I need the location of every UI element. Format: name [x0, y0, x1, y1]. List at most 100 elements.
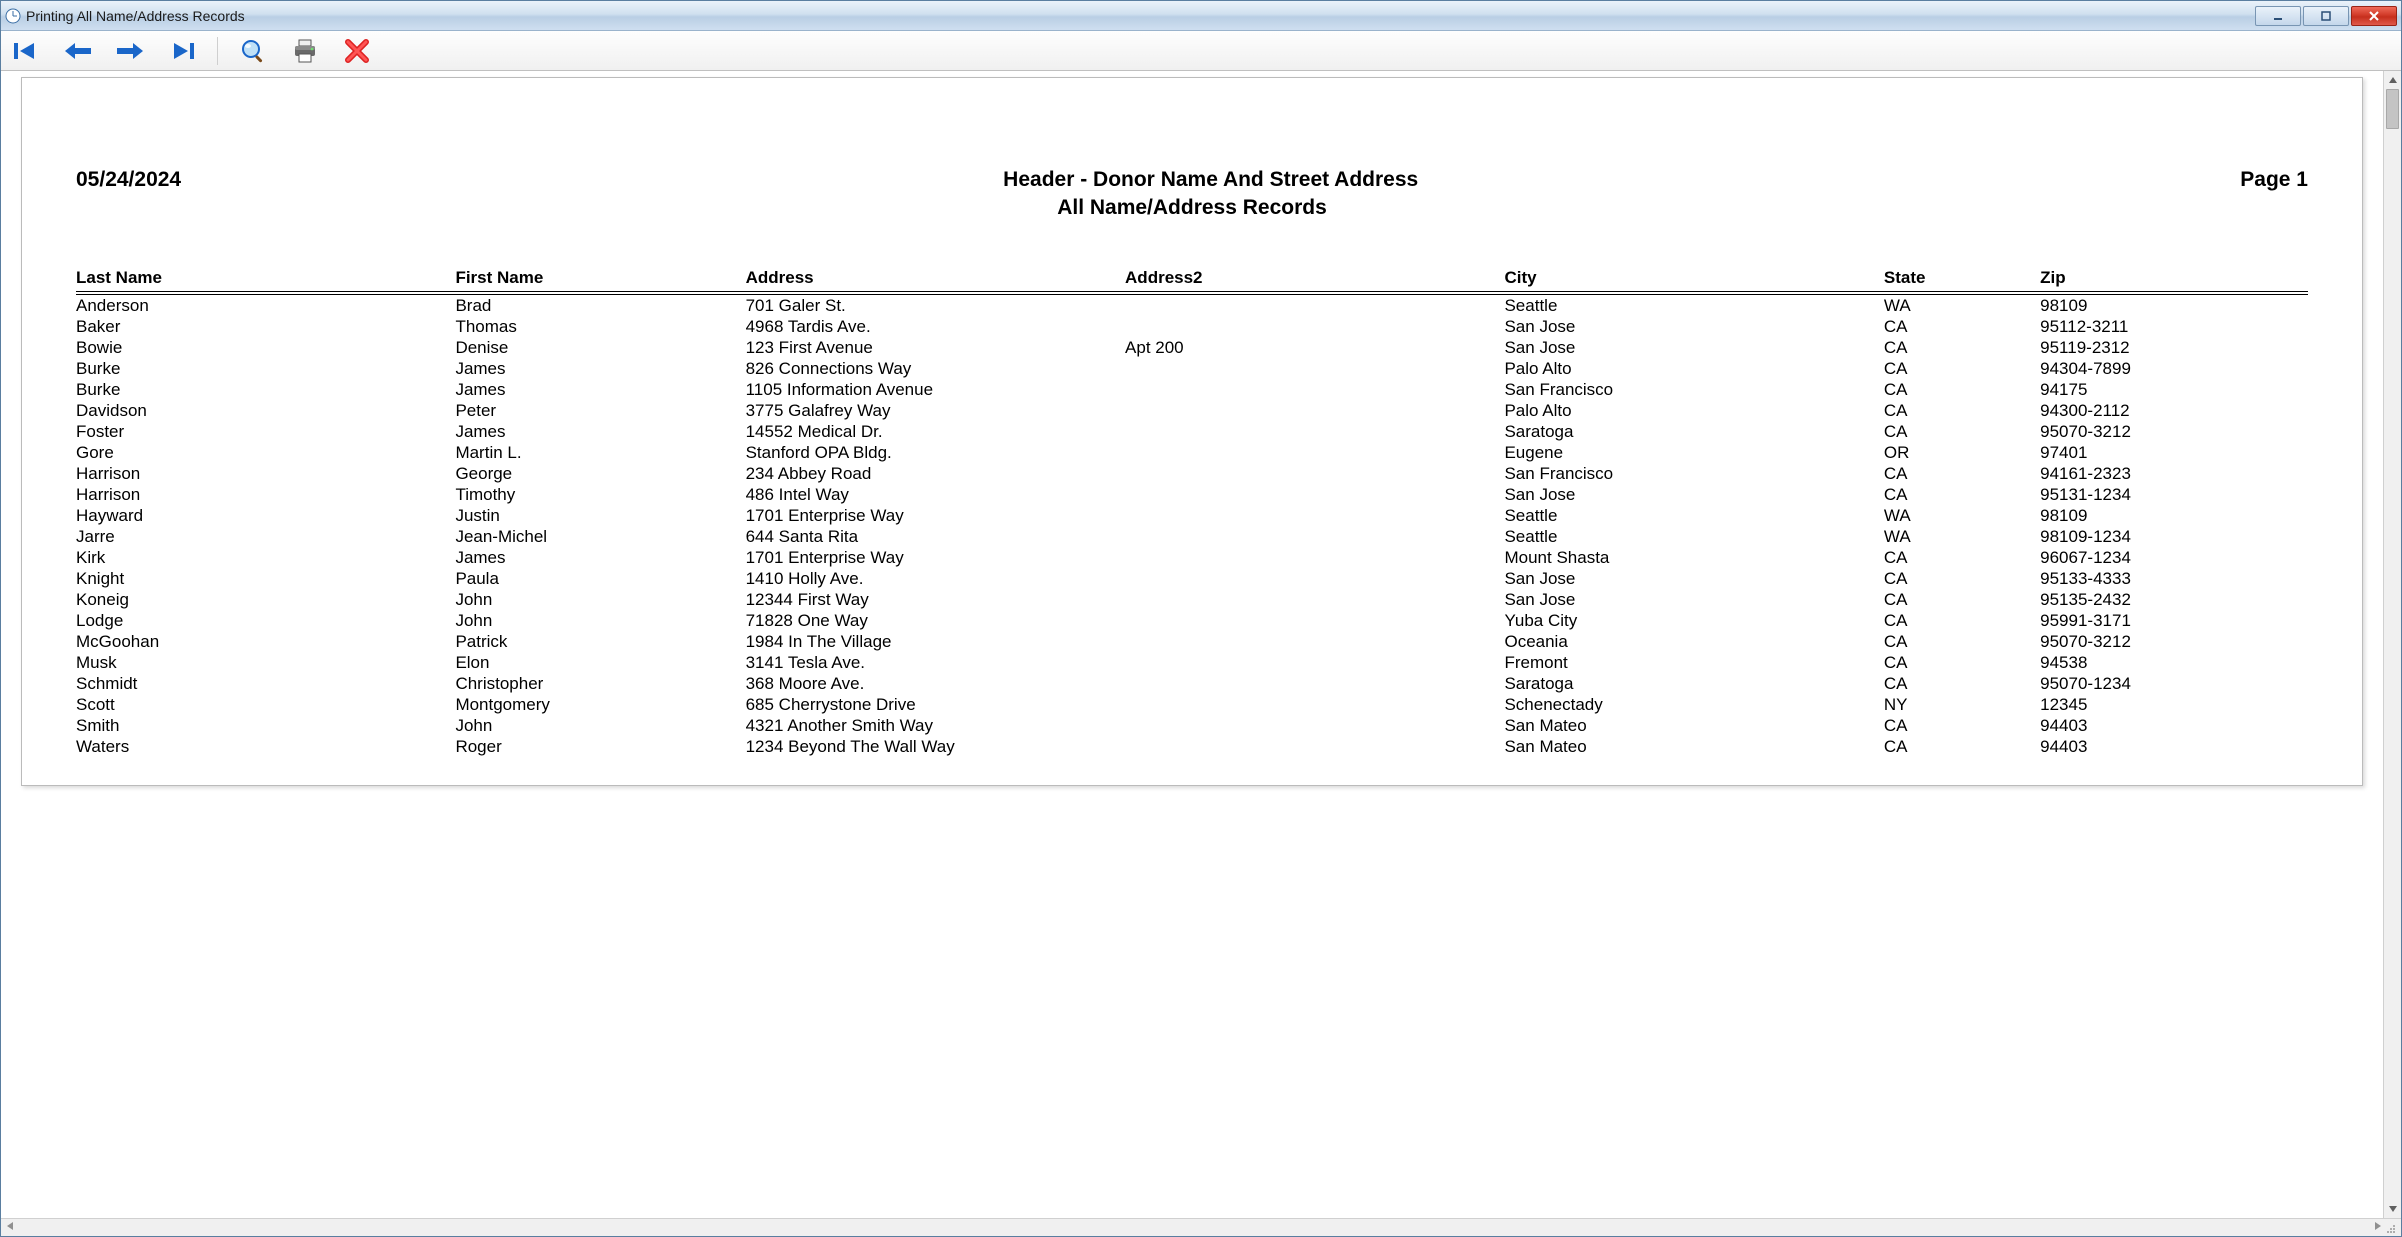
cell-zip: 96067-1234 [2040, 547, 2308, 568]
maximize-button[interactable] [2303, 6, 2349, 26]
cell-zip: 94161-2323 [2040, 463, 2308, 484]
table-row: BurkeJames826 Connections WayPalo AltoCA… [76, 358, 2308, 379]
cell-state: OR [1884, 442, 2040, 463]
cell-addr: 1984 In The Village [746, 631, 1125, 652]
cell-addr2 [1125, 589, 1504, 610]
cell-addr: 234 Abbey Road [746, 463, 1125, 484]
cell-first: Paula [455, 568, 745, 589]
cell-last: Koneig [76, 589, 455, 610]
scroll-down-icon[interactable] [2384, 1200, 2401, 1218]
window-controls [2255, 6, 2397, 26]
cell-last: Burke [76, 379, 455, 400]
scroll-up-icon[interactable] [2384, 71, 2401, 89]
cell-first: James [455, 421, 745, 442]
cell-first: Denise [455, 337, 745, 358]
cell-addr: 1701 Enterprise Way [746, 547, 1125, 568]
cell-state: CA [1884, 463, 2040, 484]
cell-first: James [455, 547, 745, 568]
table-row: BurkeJames1105 Information AvenueSan Fra… [76, 379, 2308, 400]
cell-last: Anderson [76, 293, 455, 316]
cell-first: Montgomery [455, 694, 745, 715]
cell-zip: 95112-3211 [2040, 316, 2308, 337]
cell-last: Waters [76, 736, 455, 757]
cell-addr: 1410 Holly Ave. [746, 568, 1125, 589]
table-row: BakerThomas4968 Tardis Ave.San JoseCA951… [76, 316, 2308, 337]
cell-zip: 95070-3212 [2040, 631, 2308, 652]
cell-zip: 95135-2432 [2040, 589, 2308, 610]
col-addr2: Address2 [1125, 268, 1504, 293]
cell-addr2 [1125, 736, 1504, 757]
report-table: Last Name First Name Address Address2 Ci… [76, 268, 2308, 757]
cell-addr2 [1125, 652, 1504, 673]
table-row: McGoohanPatrick1984 In The VillageOceani… [76, 631, 2308, 652]
table-header-row: Last Name First Name Address Address2 Ci… [76, 268, 2308, 293]
cell-addr: Stanford OPA Bldg. [746, 442, 1125, 463]
window-title: Printing All Name/Address Records [26, 8, 245, 24]
last-page-button[interactable] [165, 34, 199, 68]
cell-city: San Jose [1504, 337, 1883, 358]
page-viewport[interactable]: 05/24/2024 Header - Donor Name And Stree… [1, 71, 2383, 1218]
cell-state: CA [1884, 631, 2040, 652]
scroll-thumb[interactable] [2386, 89, 2399, 129]
horizontal-scrollbar[interactable] [1, 1218, 2401, 1236]
minimize-button[interactable] [2255, 6, 2301, 26]
cancel-button[interactable] [340, 34, 374, 68]
scroll-right-icon[interactable] [2373, 1221, 2383, 1234]
cell-city: San Francisco [1504, 463, 1883, 484]
report-title: Header - Donor Name And Street Address [181, 168, 2240, 192]
cell-first: James [455, 358, 745, 379]
col-state: State [1884, 268, 2040, 293]
resize-grip-icon[interactable] [2383, 1221, 2397, 1235]
titlebar[interactable]: Printing All Name/Address Records [1, 1, 2401, 31]
cell-last: Harrison [76, 484, 455, 505]
cell-first: Thomas [455, 316, 745, 337]
vertical-scrollbar[interactable] [2383, 71, 2401, 1218]
app-icon [5, 8, 21, 24]
cell-addr2 [1125, 526, 1504, 547]
cell-state: CA [1884, 589, 2040, 610]
cell-city: Saratoga [1504, 673, 1883, 694]
zoom-button[interactable] [236, 34, 270, 68]
cell-zip: 95070-3212 [2040, 421, 2308, 442]
table-row: DavidsonPeter3775 Galafrey WayPalo AltoC… [76, 400, 2308, 421]
cell-first: George [455, 463, 745, 484]
cell-city: San Jose [1504, 568, 1883, 589]
cell-city: San Francisco [1504, 379, 1883, 400]
cell-zip: 97401 [2040, 442, 2308, 463]
cell-state: CA [1884, 736, 2040, 757]
table-row: LodgeJohn71828 One WayYuba CityCA95991-3… [76, 610, 2308, 631]
cell-addr2 [1125, 316, 1504, 337]
table-row: KirkJames1701 Enterprise WayMount Shasta… [76, 547, 2308, 568]
scroll-left-icon[interactable] [5, 1221, 15, 1234]
print-button[interactable] [288, 34, 322, 68]
table-row: KoneigJohn12344 First WaySan JoseCA95135… [76, 589, 2308, 610]
cell-addr: 3141 Tesla Ave. [746, 652, 1125, 673]
cell-last: Kirk [76, 547, 455, 568]
first-page-button[interactable] [9, 34, 43, 68]
cell-zip: 95133-4333 [2040, 568, 2308, 589]
cell-addr: 4321 Another Smith Way [746, 715, 1125, 736]
cell-addr: 14552 Medical Dr. [746, 421, 1125, 442]
cell-zip: 94300-2112 [2040, 400, 2308, 421]
cell-last: Harrison [76, 463, 455, 484]
close-button[interactable] [2351, 6, 2397, 26]
cell-state: CA [1884, 379, 2040, 400]
content-area: 05/24/2024 Header - Donor Name And Stree… [1, 71, 2401, 1218]
cell-first: Timothy [455, 484, 745, 505]
col-first: First Name [455, 268, 745, 293]
cell-addr2 [1125, 421, 1504, 442]
previous-page-button[interactable] [61, 34, 95, 68]
cell-state: CA [1884, 400, 2040, 421]
cell-addr2 [1125, 358, 1504, 379]
cell-city: Seattle [1504, 526, 1883, 547]
cell-zip: 95131-1234 [2040, 484, 2308, 505]
table-row: GoreMartin L.Stanford OPA Bldg.EugeneOR9… [76, 442, 2308, 463]
cell-city: Saratoga [1504, 421, 1883, 442]
next-page-button[interactable] [113, 34, 147, 68]
cell-first: Patrick [455, 631, 745, 652]
table-row: KnightPaula1410 Holly Ave.San JoseCA9513… [76, 568, 2308, 589]
cell-first: Jean-Michel [455, 526, 745, 547]
cell-last: Scott [76, 694, 455, 715]
cell-first: Roger [455, 736, 745, 757]
cell-addr: 1234 Beyond The Wall Way [746, 736, 1125, 757]
